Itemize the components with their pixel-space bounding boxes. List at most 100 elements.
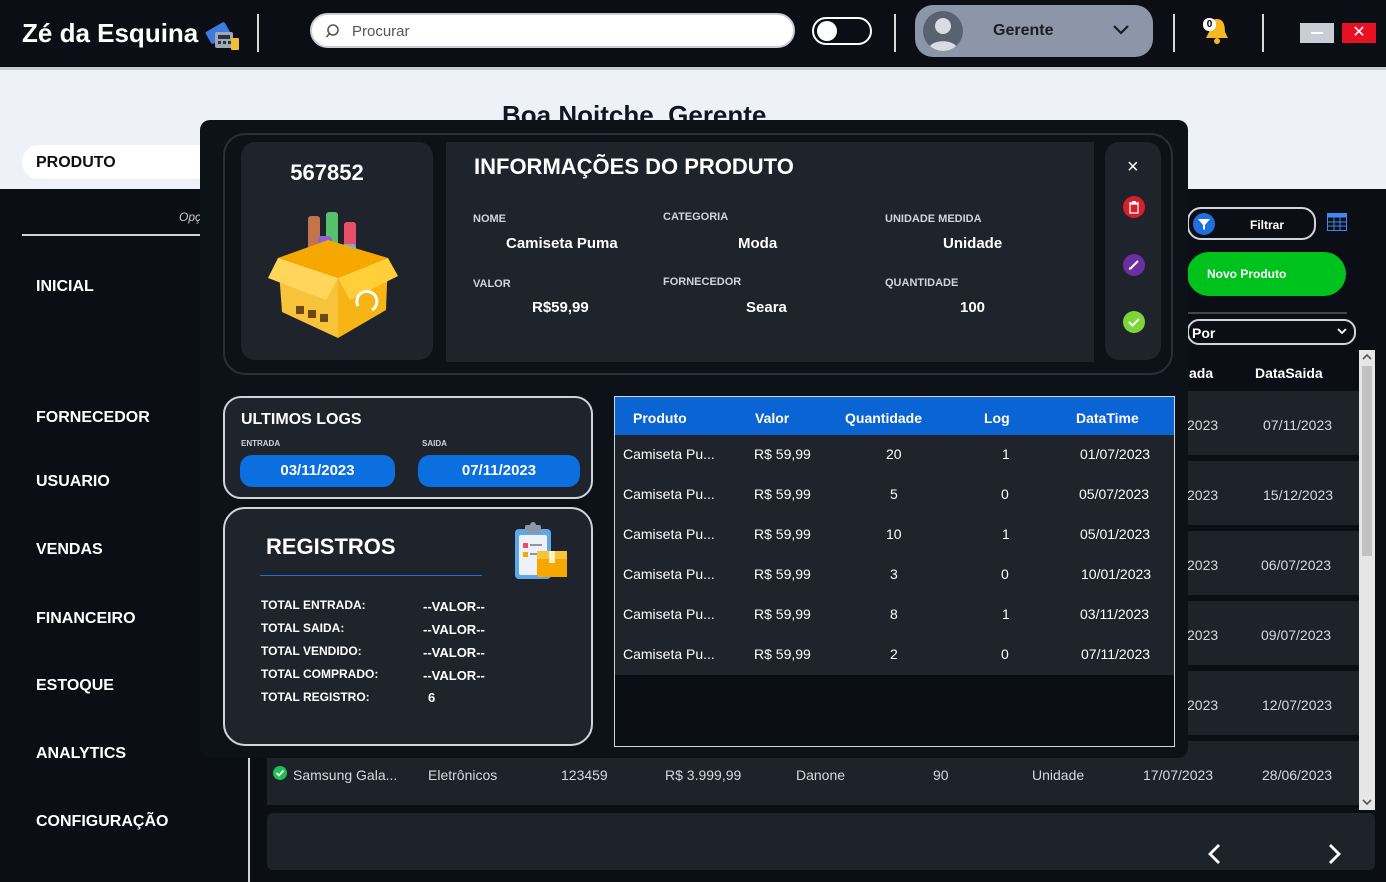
user-menu[interactable]: Gerente [915,5,1153,57]
scroll-up-icon[interactable] [1362,353,1372,361]
delete-button[interactable] [1123,196,1145,218]
table-cell: R$ 59,99 [754,486,811,502]
search-input[interactable] [352,20,772,42]
table-cell: 90 [933,767,949,783]
theme-toggle[interactable] [812,17,872,45]
table-row[interactable]: Camiseta Pu... R$ 59,99 5 0 05/07/2023 [615,475,1174,515]
table-row[interactable]: 2023 06/07/2023 [1187,531,1359,595]
field-value-fornecedor: Seara [746,299,787,316]
table-cell: 09/07/2023 [1261,627,1332,643]
table-cell: 10/01/2023 [1081,566,1152,582]
trash-icon [1129,201,1139,214]
registro-value: 6 [428,690,436,705]
table-row[interactable]: 2023 07/11/2023 [1187,391,1359,455]
column-header: DataSaida [1255,365,1323,381]
column-header[interactable]: Quantidade [845,410,922,426]
column-header[interactable]: Log [984,410,1010,426]
filter-button[interactable]: Filtrar [1187,207,1316,240]
new-product-button[interactable]: Novo Produto [1187,252,1346,296]
table-header: Produto Valor Quantidade Log DataTime [615,397,1174,435]
confirm-button[interactable] [1123,311,1145,333]
sidebar-item-fornecedor[interactable]: FORNECEDOR [36,409,150,427]
scrollbar-thumb[interactable] [1362,366,1372,556]
table-cell: 2023 [1187,627,1219,643]
product-info-panel: INFORMAÇÕES DO PRODUTO NOME Camiseta Pum… [446,142,1094,362]
table-cell: Eletrônicos [428,767,498,783]
table-row[interactable]: 2023 09/07/2023 [1187,601,1359,665]
column-header: ada [1189,365,1214,381]
scrollbar[interactable] [1359,350,1375,810]
table-cell: R$ 59,99 [754,646,811,662]
table-cell: 2 [890,646,898,662]
minimize-button[interactable] [1300,23,1334,43]
table-cell: 01/07/2023 [1080,446,1151,462]
modal-title: INFORMAÇÕES DO PRODUTO [474,154,794,179]
registro-label: TOTAL COMPRADO: [261,667,379,681]
table-cell: 123459 [561,767,608,783]
table-row[interactable]: Camiseta Pu... R$ 59,99 3 0 10/01/2023 [615,555,1174,595]
sidebar-item-label: PRODUTO [36,154,116,171]
exit-date-badge: 07/11/2023 [418,455,580,487]
close-modal-button[interactable]: × [1127,156,1139,179]
table-cell: 07/11/2023 [1263,417,1333,433]
divider [260,575,482,576]
registros-card: REGISTROS TOTAL ENTRADA: --VALOR-- TOTAL… [223,507,593,746]
divider [1173,14,1175,52]
product-log-table: Produto Valor Quantidade Log DataTime Ca… [614,396,1175,747]
search-bar[interactable] [310,13,795,48]
app-title: Zé da Esquina [22,18,199,48]
table-row[interactable]: 2023 15/12/2023 [1187,461,1359,525]
sidebar-item-usuario[interactable]: USUARIO [36,473,110,491]
column-header[interactable]: Valor [755,410,789,426]
table-row[interactable]: 2023 12/07/2023 [1187,671,1359,735]
chevron-right-icon[interactable] [1328,843,1342,865]
table-cell: R$ 59,99 [754,446,811,462]
table-cell: 0 [1001,646,1009,662]
field-label-quantidade: QUANTIDADE [885,277,959,289]
registro-label: TOTAL ENTRADA: [261,598,366,612]
registros-title: REGISTROS [266,534,396,559]
sort-select[interactable]: Por [1187,319,1356,345]
table-cell: 15/12/2023 [1263,487,1334,503]
table-row[interactable]: Camiseta Pu... R$ 59,99 8 1 03/11/2023 [615,595,1174,635]
sidebar-item-financeiro[interactable]: FINANCEIRO [36,610,136,628]
table-cell: Samsung Gala... [293,767,398,783]
registro-label: TOTAL REGISTRO: [261,690,370,704]
column-header[interactable]: DataTime [1076,410,1139,426]
scroll-down-icon[interactable] [1362,798,1372,806]
sidebar-item-configuracao[interactable]: CONFIGURAÇÃO [36,813,168,831]
edit-button[interactable] [1123,254,1145,276]
product-box-icon [268,212,398,338]
table-row[interactable]: Camiseta Pu... R$ 59,99 2 0 07/11/2023 [615,635,1174,675]
field-label-nome: NOME [473,213,506,225]
table-view-icon[interactable] [1327,213,1347,231]
table-cell: Unidade [1032,767,1085,783]
registro-value: --VALOR-- [423,622,485,637]
table-cell: 10 [886,526,902,542]
table-cell: R$ 59,99 [754,526,811,542]
sidebar-item-analytics[interactable]: ANALYTICS [36,745,126,763]
table-cell: 12/07/2023 [1262,697,1333,713]
table-cell: 1 [1002,526,1010,542]
table-row[interactable]: Camiseta Pu... R$ 59,99 20 1 01/07/2023 [615,435,1174,475]
table-cell: 05/07/2023 [1079,486,1150,502]
chevron-left-icon[interactable] [1207,843,1221,865]
search-icon [326,24,339,38]
close-window-button[interactable]: ✕ [1342,23,1376,43]
column-header[interactable]: Produto [633,410,687,426]
table-cell: 0 [1001,486,1009,502]
sidebar-item-estoque[interactable]: ESTOQUE [36,677,114,695]
table-cell: 2023 [1187,697,1219,713]
field-label-unidade: UNIDADE MEDIDA [885,213,982,225]
filter-label: Filtrar [1250,218,1285,232]
check-icon [1128,318,1140,327]
sidebar-item-vendas[interactable]: VENDAS [36,541,103,559]
filter-icon [1193,213,1215,235]
table-cell: 3 [890,566,898,582]
table-cell: Camiseta Pu... [623,646,715,662]
table-cell: 0 [1001,566,1009,582]
sidebar-item-inicial[interactable]: INICIAL [36,278,94,296]
table-row[interactable]: Camiseta Pu... R$ 59,99 10 1 05/01/2023 [615,515,1174,555]
divider [1262,14,1264,52]
table-cell: Camiseta Pu... [623,446,715,462]
